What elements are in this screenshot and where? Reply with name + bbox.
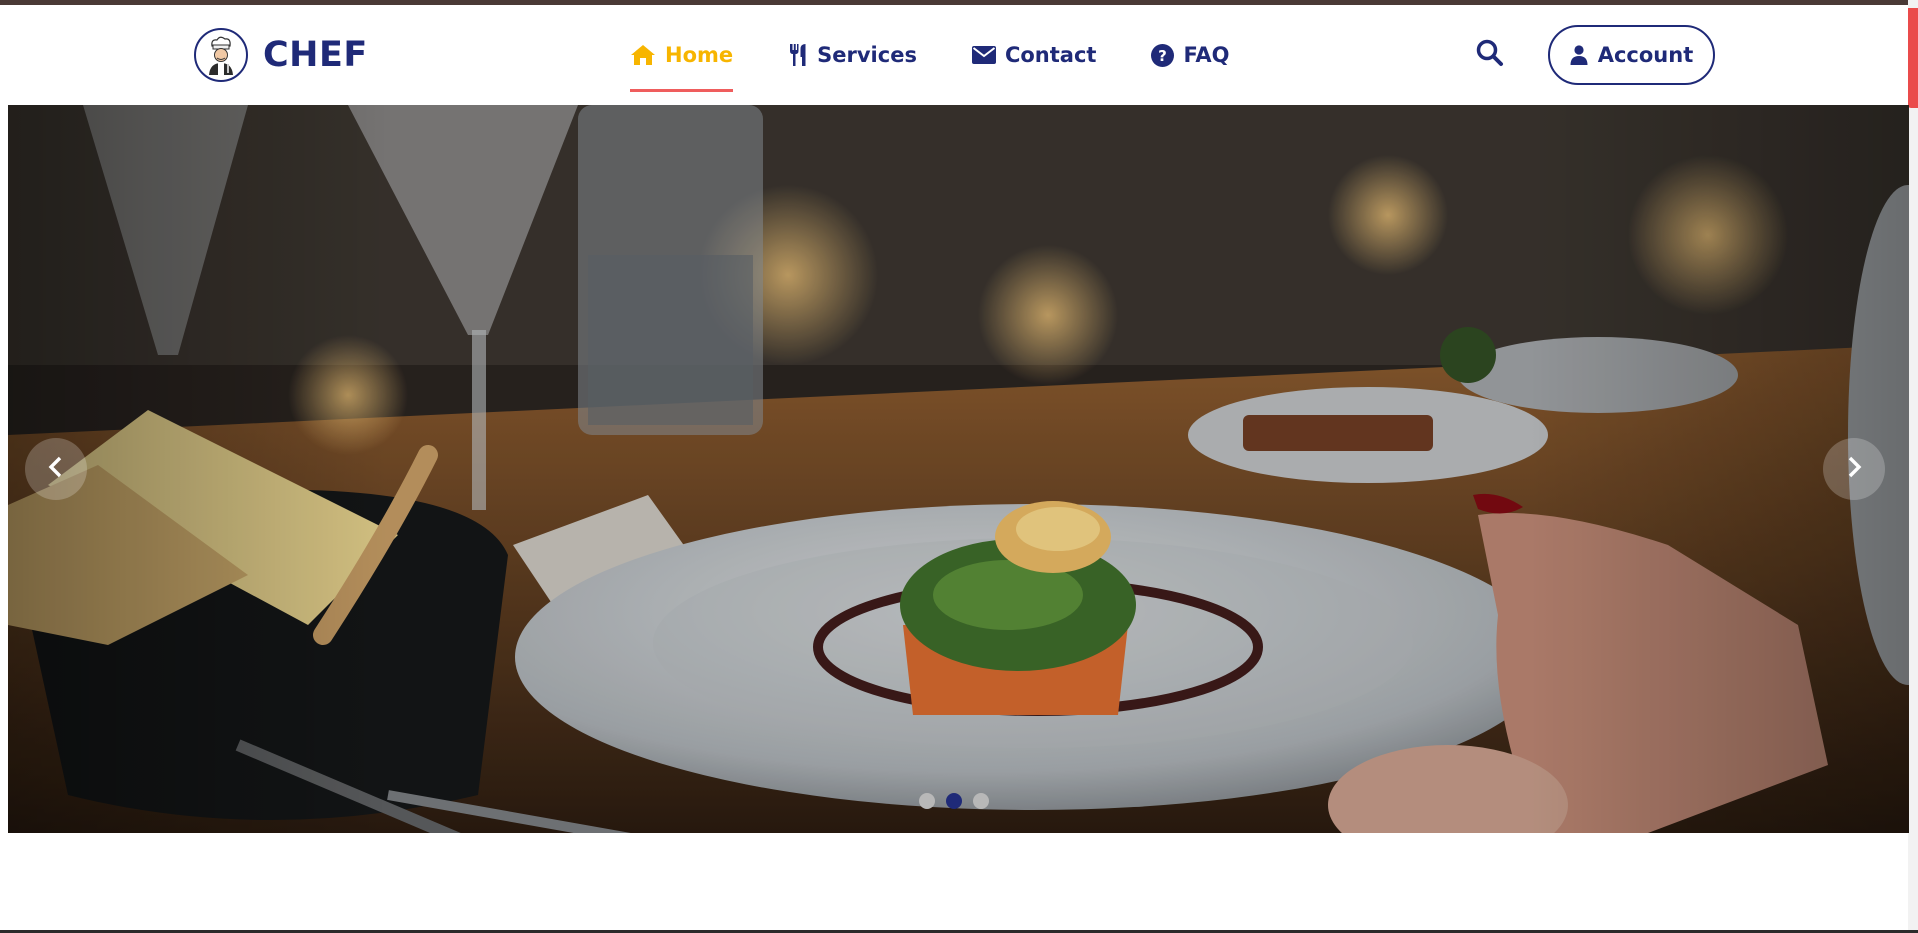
brand-name: CHEF bbox=[263, 35, 368, 75]
chef-logo-icon bbox=[194, 28, 248, 82]
nav-label-services: Services bbox=[817, 43, 917, 67]
question-circle-icon: ? bbox=[1151, 43, 1175, 67]
nav-item-services[interactable]: Services bbox=[788, 5, 917, 105]
scrollbar-thumb[interactable] bbox=[1908, 8, 1918, 108]
carousel-prev-button[interactable] bbox=[25, 438, 87, 500]
nav-label-contact: Contact bbox=[1004, 43, 1097, 67]
brand[interactable]: CHEF bbox=[194, 26, 368, 84]
hero-food-image bbox=[8, 105, 1909, 833]
chevron-left-icon bbox=[45, 456, 67, 482]
account-button[interactable]: Account bbox=[1548, 25, 1715, 85]
carousel-next-button[interactable] bbox=[1823, 438, 1885, 500]
nav-item-home[interactable]: Home bbox=[630, 5, 734, 105]
page-scrollbar[interactable] bbox=[1908, 0, 1918, 930]
envelope-icon bbox=[971, 46, 996, 64]
carousel-dot-2[interactable] bbox=[946, 793, 962, 809]
nav-item-faq[interactable]: ? FAQ bbox=[1151, 5, 1230, 105]
chevron-right-icon bbox=[1843, 456, 1865, 482]
utensils-icon bbox=[788, 43, 808, 67]
hero-carousel bbox=[8, 105, 1909, 833]
carousel-dot-3[interactable] bbox=[973, 793, 989, 809]
main-nav: Home Services Contact ? FAQ bbox=[630, 5, 1230, 105]
nav-label-home: Home bbox=[665, 43, 734, 67]
nav-item-contact[interactable]: Contact bbox=[971, 5, 1097, 105]
nav-label-faq: FAQ bbox=[1183, 43, 1230, 67]
svg-text:?: ? bbox=[1159, 47, 1168, 65]
home-icon bbox=[630, 44, 656, 66]
navbar: CHEF Home Services Contact ? FAQ Account bbox=[0, 5, 1908, 105]
carousel-dot-1[interactable] bbox=[919, 793, 935, 809]
carousel-indicators bbox=[919, 793, 989, 809]
account-label: Account bbox=[1597, 43, 1694, 67]
user-icon bbox=[1570, 45, 1588, 65]
search-icon[interactable] bbox=[1475, 38, 1505, 68]
